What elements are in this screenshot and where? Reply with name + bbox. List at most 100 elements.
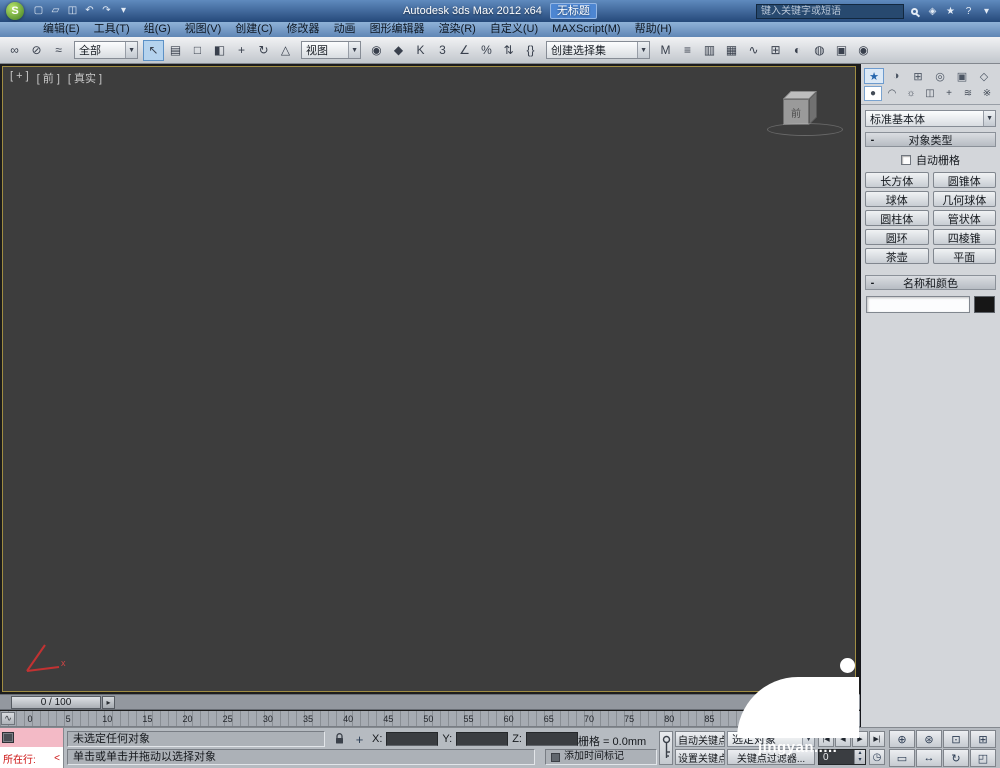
schematic-view-icon[interactable]: ⊞ <box>765 40 786 61</box>
window-crossing-icon[interactable]: ◧ <box>209 40 230 61</box>
viewport-general-menu[interactable]: [ + ] <box>10 70 29 86</box>
time-slider-handle[interactable]: 0 / 100 <box>11 696 101 709</box>
select-and-manipulate-icon[interactable]: ◆ <box>388 40 409 61</box>
object-type-button[interactable]: 四棱锥 <box>932 229 996 245</box>
infocenter-dropdown-icon[interactable]: ▾ <box>979 3 994 19</box>
pan-view-button[interactable]: ↔ <box>916 749 942 767</box>
menu-item[interactable]: 渲染(R) <box>432 22 483 37</box>
reference-coordinate-dropdown[interactable]: 视图 ▼ <box>301 41 361 59</box>
cameras-category[interactable]: ◫ <box>921 86 939 101</box>
y-coordinate-field[interactable] <box>456 732 509 746</box>
spinner-snap-toggle-icon[interactable]: ⇅ <box>498 40 519 61</box>
percent-snap-toggle-icon[interactable]: % <box>476 40 497 61</box>
edit-named-selection-sets-icon[interactable]: {} <box>520 40 541 61</box>
menu-item[interactable]: 自定义(U) <box>483 22 545 37</box>
redo-icon[interactable]: ↷ <box>99 3 114 19</box>
object-type-button[interactable]: 球体 <box>865 191 929 207</box>
select-and-link-icon[interactable]: ∞ <box>4 40 25 61</box>
angle-snap-toggle-icon[interactable]: ∠ <box>454 40 475 61</box>
object-type-button[interactable]: 茶壶 <box>865 248 929 264</box>
menu-item[interactable]: 创建(C) <box>228 22 279 37</box>
object-type-button[interactable]: 长方体 <box>865 172 929 188</box>
mini-curve-editor-button[interactable]: ∿ <box>1 712 15 725</box>
spinner-down-icon[interactable]: ▾ <box>855 757 865 764</box>
primitive-category-dropdown[interactable]: 标准基本体 ▼ <box>865 110 996 127</box>
zoom-all-button[interactable]: ⊛ <box>916 730 942 748</box>
select-object-icon[interactable]: ↖ <box>143 39 164 61</box>
rollout-object-type[interactable]: - 对象类型 <box>865 132 996 147</box>
systems-category[interactable]: ※ <box>978 86 996 101</box>
auto-key-button[interactable]: 自动关键点 <box>675 731 725 747</box>
rectangular-selection-region-icon[interactable]: □ <box>187 40 208 61</box>
create-tab[interactable]: ★ <box>864 68 884 84</box>
zoom-extents-all-button[interactable]: ⊞ <box>970 730 996 748</box>
lights-category[interactable]: ☼ <box>902 86 920 101</box>
mirror-icon[interactable]: M <box>655 40 676 61</box>
render-setup-icon[interactable]: ◍ <box>809 40 830 61</box>
select-and-uniform-scale-icon[interactable]: △ <box>275 40 296 61</box>
search-icon[interactable] <box>907 3 922 19</box>
x-coordinate-field[interactable] <box>386 732 439 746</box>
set-key-mode-button[interactable]: 设置关键点 <box>675 749 725 765</box>
layer-manager-icon[interactable]: ▥ <box>699 40 720 61</box>
absolute-offset-mode-toggle[interactable]: + <box>351 731 368 747</box>
rollout-name-color[interactable]: - 名称和颜色 <box>865 275 996 290</box>
listener-pane[interactable]: 所在行: < <box>0 747 63 768</box>
frame-spinner[interactable]: ▴ ▾ <box>854 750 865 764</box>
named-selection-sets-dropdown[interactable]: 创建选择集 ▼ <box>546 41 650 59</box>
menu-item[interactable]: 修改器 <box>280 22 327 37</box>
viewcube-right-face[interactable] <box>809 91 817 125</box>
menu-item[interactable]: 帮助(H) <box>628 22 679 37</box>
select-and-rotate-icon[interactable]: ↻ <box>253 40 274 61</box>
utilities-tab[interactable]: ◇ <box>974 68 994 84</box>
menu-item[interactable]: 编辑(E) <box>36 22 87 37</box>
macro-recorder-pane[interactable] <box>0 728 63 747</box>
add-time-tag[interactable]: 添加时间标记 <box>545 749 657 765</box>
set-keys-button[interactable] <box>659 731 673 765</box>
quick-access-dropdown-icon[interactable]: ▾ <box>116 3 131 19</box>
application-menu-button[interactable]: S <box>6 2 24 20</box>
infocenter-search-input[interactable] <box>756 3 904 19</box>
object-type-button[interactable]: 管状体 <box>932 210 996 226</box>
object-type-button[interactable]: 几何球体 <box>932 191 996 207</box>
time-slider[interactable]: 0 / 100 ▸ <box>0 694 860 710</box>
orbit-button[interactable]: ↻ <box>943 749 969 767</box>
object-type-button[interactable]: 圆柱体 <box>865 210 929 226</box>
graphite-modeling-tools-icon[interactable]: ▦ <box>721 40 742 61</box>
zoom-extents-button[interactable]: ⊡ <box>943 730 969 748</box>
curve-editor-icon[interactable]: ∿ <box>743 40 764 61</box>
motion-tab[interactable]: ◎ <box>930 68 950 84</box>
geometry-category[interactable]: ● <box>864 86 882 101</box>
selection-filter-dropdown[interactable]: 全部 ▼ <box>74 41 138 59</box>
menu-item[interactable]: 组(G) <box>137 22 178 37</box>
object-color-swatch[interactable] <box>974 296 995 313</box>
communication-center-icon[interactable]: ◈ <box>925 3 940 19</box>
maximize-viewport-toggle-button[interactable]: ◰ <box>970 749 996 767</box>
maxscript-mini-listener[interactable]: 所在行: < <box>0 728 64 768</box>
object-type-button[interactable]: 圆锥体 <box>932 172 996 188</box>
select-by-name-icon[interactable]: ▤ <box>165 40 186 61</box>
material-editor-icon[interactable]: ◐ <box>787 40 808 61</box>
zoom-button[interactable]: ⊕ <box>889 730 915 748</box>
unlink-selection-icon[interactable]: ⊘ <box>26 40 47 61</box>
keyboard-shortcut-override-icon[interactable]: K <box>410 40 431 61</box>
open-file-icon[interactable]: ▱ <box>48 3 63 19</box>
new-scene-icon[interactable]: ▢ <box>31 3 46 19</box>
display-tab[interactable]: ▣ <box>952 68 972 84</box>
viewcube-front-face[interactable]: 前 <box>783 99 809 125</box>
favorites-icon[interactable]: ★ <box>943 3 958 19</box>
menu-item[interactable]: 视图(V) <box>178 22 229 37</box>
autogrid-checkbox[interactable] <box>901 155 911 165</box>
select-and-move-icon[interactable]: + <box>231 40 252 61</box>
modify-tab[interactable]: ◑ <box>886 68 906 84</box>
menu-item[interactable]: 工具(T) <box>87 22 137 37</box>
object-type-button[interactable]: 平面 <box>932 248 996 264</box>
object-name-input[interactable] <box>866 296 970 313</box>
viewport-shading-menu[interactable]: [ 真实 ] <box>68 70 102 86</box>
use-pivot-point-center-icon[interactable]: ◉ <box>366 40 387 61</box>
rendered-frame-window-icon[interactable]: ▣ <box>831 40 852 61</box>
z-coordinate-field[interactable] <box>525 732 578 746</box>
menu-item[interactable]: 动画 <box>327 22 363 37</box>
undo-icon[interactable]: ↶ <box>82 3 97 19</box>
space-warps-category[interactable]: ≋ <box>959 86 977 101</box>
